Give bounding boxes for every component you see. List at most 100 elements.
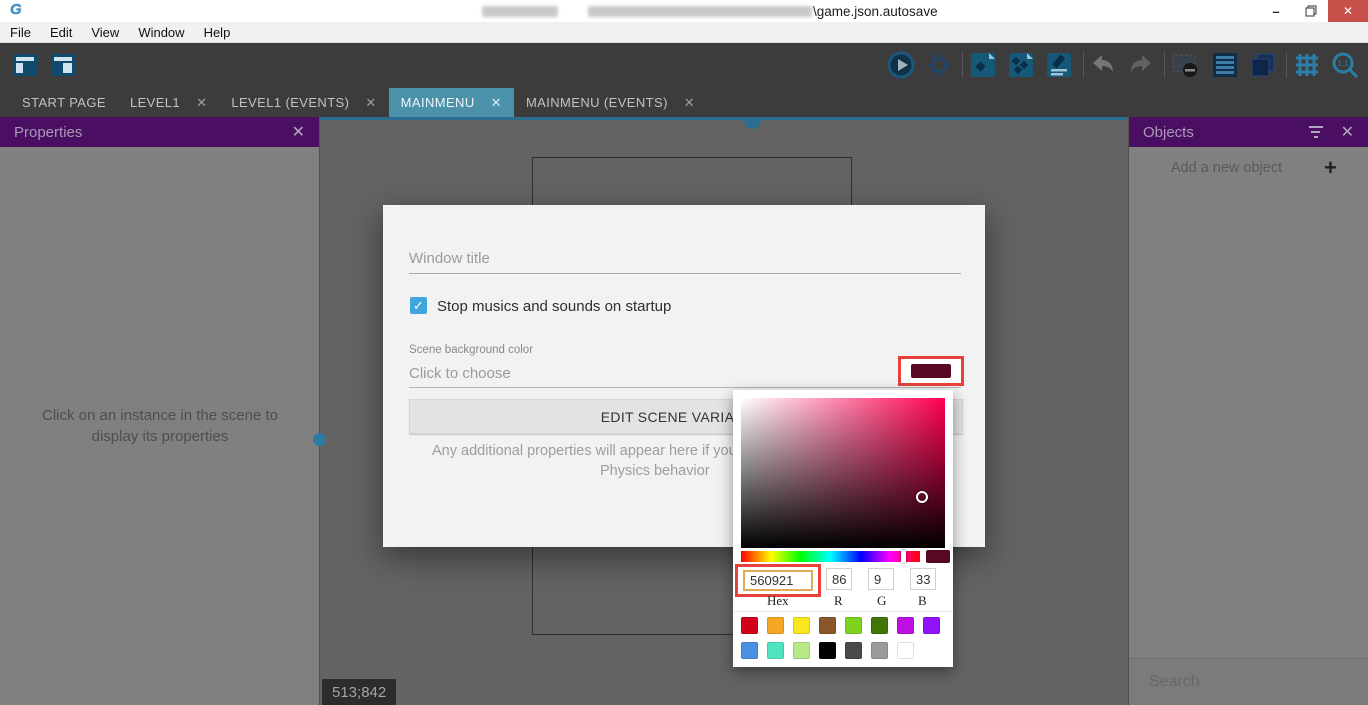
tab-close-icon[interactable]: ✕ [365,95,376,111]
filter-icon[interactable] [1309,126,1323,138]
debug-icon[interactable] [924,50,954,80]
toolbar: 1:1 [0,43,1368,88]
menubar: File Edit View Window Help [0,22,1368,43]
toolbar-separator [962,52,963,78]
menu-file[interactable]: File [10,25,31,40]
plus-icon[interactable]: + [1324,155,1368,181]
saturation-area[interactable] [741,398,945,548]
objects-panel-header: Objects ✕ [1129,117,1368,147]
helper-text-line1: Any additional properties will appear he… [432,443,737,459]
panel-resize-handle[interactable] [744,120,761,129]
properties-empty-message: Click on an instance in the scene to dis… [20,405,300,447]
hex-input[interactable] [743,570,813,591]
hue-slider-handle[interactable] [901,550,906,563]
play-icon[interactable] [886,50,916,80]
scene-export-icon[interactable] [968,50,998,80]
color-picker-popup: Hex R G B [733,390,953,667]
scene-objects-icon[interactable] [1006,50,1036,80]
preset-color-swatch[interactable] [819,642,836,659]
saturation-cursor[interactable] [916,491,928,503]
tab-level1[interactable]: LEVEL1 ✕ [118,88,219,117]
objects-panel: Objects ✕ Add a new object + [1128,117,1368,705]
cursor-coordinates: 513;842 [322,679,396,705]
tabbar: START PAGE LEVEL1 ✕ LEVEL1 (EVENTS) ✕ MA… [0,88,1368,117]
minimize-button[interactable]: – [1258,0,1294,22]
close-icon[interactable]: ✕ [292,122,305,142]
menu-window[interactable]: Window [138,25,184,40]
hue-slider[interactable] [741,551,920,562]
preset-color-swatch[interactable] [793,642,810,659]
tab-mainmenu-events[interactable]: MAINMENU (EVENTS) ✕ [514,88,707,117]
preset-color-swatch[interactable] [897,617,914,634]
b-label: B [918,593,927,609]
preset-color-swatch[interactable] [871,617,888,634]
preset-color-swatch[interactable] [819,617,836,634]
window-title-field[interactable]: Window title [409,250,490,267]
preset-color-swatch[interactable] [767,642,784,659]
redo-icon[interactable] [1126,50,1156,80]
edit-objects-icon[interactable] [1044,50,1074,80]
tab-label: MAINMENU (EVENTS) [526,95,668,110]
tab-start-page[interactable]: START PAGE [10,88,118,117]
panel-title: Objects [1143,124,1194,141]
stop-musics-label: Stop musics and sounds on startup [437,298,671,315]
current-color-swatch [926,550,950,563]
objects-search [1129,658,1368,705]
close-icon[interactable]: ✕ [1341,122,1354,142]
grid-icon[interactable] [1292,50,1322,80]
properties-panel: Properties ✕ Click on an instance in the… [0,117,320,705]
properties-panel-header: Properties ✕ [0,117,319,147]
toolbar-separator [1164,52,1165,78]
toggle-mask-icon[interactable] [1170,50,1200,80]
preset-color-swatch[interactable] [767,617,784,634]
stop-musics-checkbox[interactable]: ✓ [410,297,427,314]
tab-close-icon[interactable]: ✕ [491,95,502,111]
preset-color-swatch[interactable] [897,642,914,659]
start-page-icon[interactable] [48,50,78,80]
instances-list-icon[interactable] [1210,50,1240,80]
scene-bg-color-swatch[interactable] [911,364,951,378]
undo-icon[interactable] [1088,50,1118,80]
layers-icon[interactable] [1248,50,1278,80]
restore-button[interactable] [1294,0,1328,22]
preset-color-swatch[interactable] [741,642,758,659]
tab-close-icon[interactable]: ✕ [684,95,695,111]
redacted-title-segment [482,6,558,17]
preset-color-swatch[interactable] [845,642,862,659]
tab-close-icon[interactable]: ✕ [196,95,207,111]
highlight-annotation [898,356,964,386]
menu-edit[interactable]: Edit [50,25,72,40]
field-underline [409,387,961,388]
panel-title: Properties [14,124,82,141]
preset-colors [741,617,949,667]
svg-text:1:1: 1:1 [1337,59,1349,68]
zoom-1-1-icon[interactable]: 1:1 [1330,50,1360,80]
search-input[interactable] [1147,672,1358,692]
r-label: R [834,593,843,609]
gdevelop-logo-icon: G [10,1,22,18]
tab-label: MAINMENU [401,95,475,110]
tab-label: LEVEL1 (EVENTS) [231,95,349,110]
menu-help[interactable]: Help [204,25,231,40]
window-title-text: \game.json.autosave [813,4,938,19]
add-object-row[interactable]: Add a new object + [1129,151,1368,185]
blue-input[interactable] [910,568,936,590]
close-button[interactable]: ✕ [1328,0,1368,22]
red-input[interactable] [826,568,852,590]
tab-mainmenu[interactable]: MAINMENU ✕ [389,88,514,117]
preset-color-swatch[interactable] [845,617,862,634]
green-input[interactable] [868,568,894,590]
project-manager-icon[interactable] [10,50,40,80]
preset-color-swatch[interactable] [871,642,888,659]
scene-bg-color-field[interactable]: Click to choose [409,365,511,382]
helper-text-line2: Physics behavior [600,463,710,479]
titlebar: G \game.json.autosave – ✕ [0,0,1368,22]
add-object-label: Add a new object [1129,160,1324,176]
panel-resize-handle[interactable] [313,433,326,446]
tab-level1-events[interactable]: LEVEL1 (EVENTS) ✕ [219,88,388,117]
preset-color-swatch[interactable] [741,617,758,634]
preset-color-swatch[interactable] [923,617,940,634]
scene-bg-color-label: Scene background color [409,344,533,356]
menu-view[interactable]: View [91,25,119,40]
preset-color-swatch[interactable] [793,617,810,634]
